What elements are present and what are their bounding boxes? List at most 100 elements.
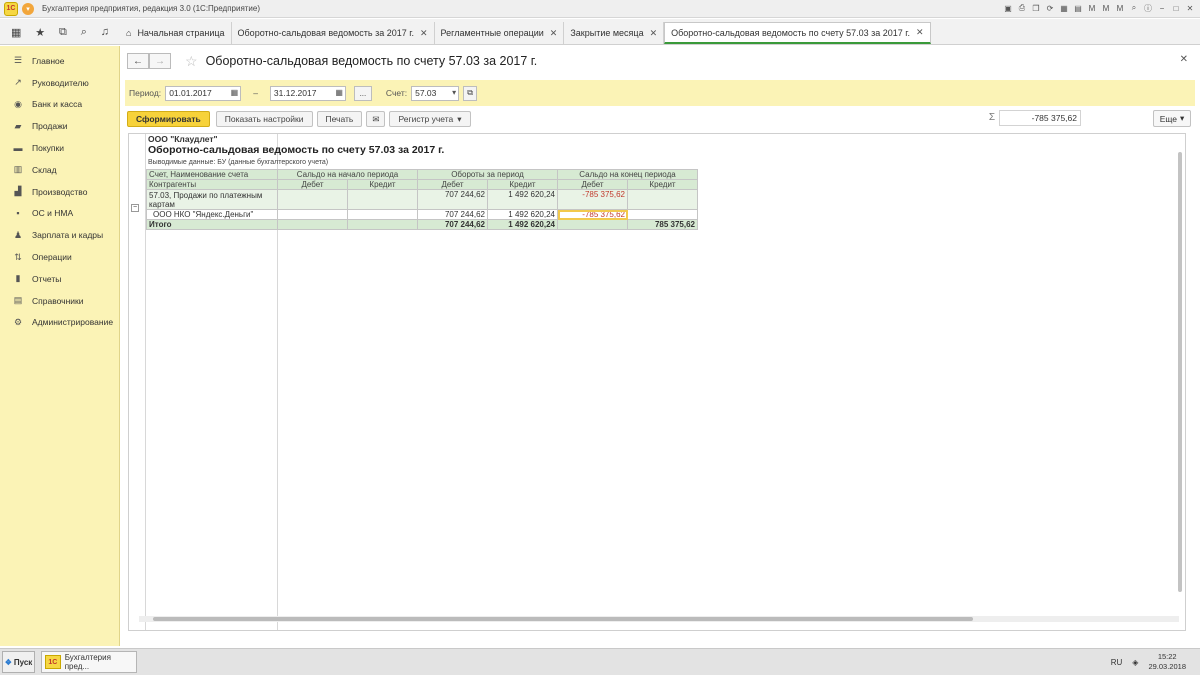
close-icon[interactable]: ✕ xyxy=(1184,2,1196,14)
scroll-thumb[interactable] xyxy=(153,617,973,621)
account-field[interactable]: 57.03 ▾ xyxy=(411,85,460,101)
memory-mplus-icon[interactable]: M xyxy=(1100,2,1112,14)
notifications-bell-icon[interactable]: ♫ xyxy=(101,26,109,38)
period-to-field[interactable]: 31.12.2017 ▦ xyxy=(269,85,346,101)
scroll-thumb[interactable] xyxy=(1178,152,1182,592)
copy-icon[interactable]: ❐ xyxy=(1030,2,1042,14)
calendar-icon[interactable]: ▦ xyxy=(231,88,239,97)
cell-opening-debit[interactable] xyxy=(277,209,348,220)
language-indicator[interactable]: RU xyxy=(1111,658,1123,667)
cell-turnover-credit[interactable]: 1 492 620,24 xyxy=(487,209,558,220)
email-button[interactable]: ✉ xyxy=(366,111,386,127)
forward-button[interactable]: → xyxy=(149,53,171,69)
sidebar-item-reports[interactable]: ▮ Отчеты xyxy=(0,268,119,290)
cell-total-turnover-debit[interactable]: 707 244,62 xyxy=(417,219,488,230)
close-tab-icon[interactable]: ✕ xyxy=(650,28,658,39)
info-icon[interactable]: ⓘ xyxy=(1142,2,1154,14)
period-from-field[interactable]: 01.01.2017 ▦ xyxy=(165,85,242,101)
close-tab-icon[interactable]: ✕ xyxy=(420,28,428,39)
sidebar-item-directories[interactable]: ▤ Справочники xyxy=(0,290,119,312)
period-select-button[interactable]: ... xyxy=(353,85,372,101)
sidebar-item-salary[interactable]: ♟ Зарплата и кадры xyxy=(0,224,119,246)
table-row-counterparty[interactable]: ООО НКО "Яндекс.Деньги" 707 244,62 1 492… xyxy=(146,209,698,220)
sidebar-item-main[interactable]: ☰ Главное xyxy=(0,50,119,72)
close-form-icon[interactable]: ✕ xyxy=(1180,54,1188,65)
start-button[interactable]: ❖ Пуск xyxy=(2,651,35,673)
memory-mminus-icon[interactable]: M xyxy=(1114,2,1126,14)
favorites-star-icon[interactable]: ★ xyxy=(35,26,45,39)
tab-label: Начальная страница xyxy=(137,28,225,38)
cell-closing-debit-selected[interactable]: -785 375,62 xyxy=(557,209,628,220)
tab-month-closing[interactable]: Закрытие месяца ✕ xyxy=(564,22,665,44)
register-dropdown-button[interactable]: Регистр учета ▾ xyxy=(389,111,471,127)
sidebar-item-label: Руководителю xyxy=(32,77,89,88)
apps-grid-icon[interactable]: ▦ xyxy=(11,26,21,39)
cell-total-opening-debit[interactable] xyxy=(277,219,348,230)
collapse-group-icon[interactable]: − xyxy=(131,204,139,212)
cell-closing-debit[interactable]: -785 375,62 xyxy=(557,189,628,210)
sidebar-item-manager[interactable]: ↗ Руководителю xyxy=(0,72,119,94)
horizontal-scrollbar[interactable] xyxy=(139,616,1179,622)
cell-turnover-debit[interactable]: 707 244,62 xyxy=(417,209,488,220)
cell-closing-credit[interactable] xyxy=(627,189,698,210)
dropdown-arrow-icon[interactable]: ▾ xyxy=(452,88,456,97)
show-settings-button[interactable]: Показать настройки xyxy=(215,111,313,127)
cell-account-name[interactable]: 57.03, Продажи по платежным картам xyxy=(146,189,278,210)
close-tab-icon[interactable]: ✕ xyxy=(916,27,924,38)
main-menu-icon[interactable]: ▾ xyxy=(22,2,34,15)
table-row-account[interactable]: 57.03, Продажи по платежным картам 707 2… xyxy=(146,189,698,210)
print-button[interactable]: Печать xyxy=(316,111,363,127)
spreadsheet-report[interactable]: ООО "Клаудлет" Оборотно-сальдовая ведомо… xyxy=(128,133,1186,631)
clock[interactable]: 15:22 29.03.2018 xyxy=(1148,652,1186,672)
table-row-total[interactable]: Итого 707 244,62 1 492 620,24 785 375,62 xyxy=(146,219,698,230)
cell-opening-debit[interactable] xyxy=(277,189,348,210)
sidebar-item-purchases[interactable]: ▬ Покупки xyxy=(0,137,119,159)
network-icon[interactable]: ◈ xyxy=(1132,658,1138,667)
tab-osv-2017[interactable]: Оборотно-сальдовая ведомость за 2017 г. … xyxy=(231,22,435,44)
search-icon[interactable]: ⌕ xyxy=(1128,2,1140,14)
back-button[interactable]: ← xyxy=(127,53,149,69)
cell-closing-credit[interactable] xyxy=(627,209,698,220)
tab-regulatory-operations[interactable]: Регламентные операции ✕ xyxy=(434,22,565,44)
sidebar-item-operations[interactable]: ⇅ Операции xyxy=(0,246,119,268)
calendar-icon[interactable]: ▦ xyxy=(335,88,343,97)
tab-osv-account-5703[interactable]: Оборотно-сальдовая ведомость по счету 57… xyxy=(664,22,931,44)
maximize-icon[interactable]: □ xyxy=(1170,2,1182,14)
favorite-star-icon[interactable]: ☆ xyxy=(185,53,198,70)
generate-button[interactable]: Сформировать xyxy=(127,111,210,127)
sidebar-item-production[interactable]: ▟ Производство xyxy=(0,181,119,203)
cell-opening-credit[interactable] xyxy=(347,209,418,220)
memory-m-icon[interactable]: M xyxy=(1086,2,1098,14)
cell-total-closing-debit[interactable] xyxy=(557,219,628,230)
tab-home[interactable]: ⌂ Начальная страница xyxy=(120,22,232,44)
period-dash: – xyxy=(253,88,258,98)
minimize-icon[interactable]: − xyxy=(1156,2,1168,14)
print-icon[interactable]: ⎙ xyxy=(1016,2,1028,14)
refresh-icon[interactable]: ⟳ xyxy=(1044,2,1056,14)
save-icon[interactable]: ▣ xyxy=(1002,2,1014,14)
search-icon[interactable]: ⌕ xyxy=(81,26,87,39)
sidebar-item-administration[interactable]: ⚙ Администрирование xyxy=(0,312,119,334)
calculator-icon[interactable]: ▤ xyxy=(1072,2,1084,14)
cell-turnover-debit[interactable]: 707 244,62 xyxy=(417,189,488,210)
sidebar-item-sales[interactable]: ▰ Продажи xyxy=(0,115,119,137)
taskbar-app-item[interactable]: 1С Бухгалтерия пред... xyxy=(41,651,137,673)
cell-total-turnover-credit[interactable]: 1 492 620,24 xyxy=(487,219,558,230)
close-tab-icon[interactable]: ✕ xyxy=(550,28,558,39)
cell-total-closing-credit[interactable]: 785 375,62 xyxy=(627,219,698,230)
cell-counterparty-name[interactable]: ООО НКО "Яндекс.Деньги" xyxy=(146,209,278,220)
sidebar-item-bank-cash[interactable]: ◉ Банк и касса xyxy=(0,94,119,116)
open-account-button[interactable]: ⧉ xyxy=(463,85,478,101)
col-debit-header: Дебет xyxy=(417,179,488,190)
history-icon[interactable]: ⧉ xyxy=(59,26,67,39)
vertical-scrollbar[interactable] xyxy=(1178,142,1183,612)
sidebar-item-label: Банк и касса xyxy=(32,99,83,110)
cell-total-opening-credit[interactable] xyxy=(347,219,418,230)
more-button[interactable]: Еще ▾ xyxy=(1153,110,1191,127)
sidebar-item-warehouse[interactable]: ▥ Склад xyxy=(0,159,119,181)
calendar-icon[interactable]: ▦ xyxy=(1058,2,1070,14)
cell-opening-credit[interactable] xyxy=(347,189,418,210)
cell-total-label[interactable]: Итого xyxy=(146,219,278,230)
sidebar-item-fixed-assets[interactable]: ▪ ОС и НМА xyxy=(0,203,119,225)
cell-turnover-credit[interactable]: 1 492 620,24 xyxy=(487,189,558,210)
